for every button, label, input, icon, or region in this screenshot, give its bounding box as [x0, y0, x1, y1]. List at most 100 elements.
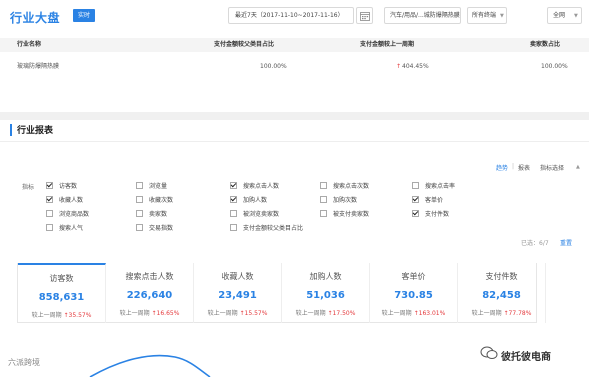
metric-checkbox[interactable]: 被浏览卖家数	[230, 210, 279, 219]
kpi-card-row: 访客数 858,631 较上一周期 ↑35.57% 搜索点击人数 226,640 较上一周…	[17, 263, 546, 323]
checkbox-empty-icon[interactable]	[136, 196, 143, 203]
kpi-comparison: 较上一周期 ↑17.50%	[282, 308, 369, 317]
kpi-name: 客单价	[401, 272, 426, 281]
checkbox-empty-icon[interactable]	[412, 182, 419, 189]
metric-checkbox[interactable]: 客单价	[412, 196, 443, 205]
up-arrow-icon: ↑	[396, 63, 402, 70]
checkbox-checked-icon[interactable]	[46, 196, 53, 203]
watermark-left: 六派跨境	[8, 358, 40, 367]
metric-checkbox-label: 加购次数	[333, 197, 358, 204]
metric-checkbox[interactable]: 收藏人数	[46, 196, 83, 205]
metric-checkbox-label: 浏览商品数	[59, 211, 90, 218]
checkbox-empty-icon[interactable]	[46, 210, 53, 217]
checkbox-empty-icon[interactable]	[136, 182, 143, 189]
kpi-comparison: 较上一周期 ↑35.57%	[18, 310, 105, 319]
checkbox-empty-icon[interactable]	[230, 224, 237, 231]
prev-period-value: 404.45%	[402, 63, 429, 70]
chevron-down-icon: ▼	[574, 13, 578, 19]
metric-checkbox[interactable]: 卖家数	[136, 210, 167, 219]
kpi-compare-label: 较上一周期	[31, 312, 62, 319]
metric-checkbox-label: 访客数	[59, 183, 78, 190]
industry-name: 玻璃防爆隔热膜	[17, 63, 60, 70]
metric-checkbox[interactable]: 支付金额较父类目占比	[230, 224, 303, 233]
metrics-label: 指标	[22, 184, 35, 191]
kpi-name: 加购人数	[309, 272, 342, 281]
metric-checkbox[interactable]: 交易指数	[136, 224, 173, 233]
metric-checkbox[interactable]: 浏览商品数	[46, 210, 89, 219]
metric-checkbox-label: 收藏人数	[59, 197, 84, 204]
checkbox-checked-icon[interactable]	[46, 182, 53, 189]
metric-checkbox[interactable]: 搜索点击人数	[230, 182, 279, 191]
metric-checkbox-label: 收藏次数	[149, 197, 174, 204]
kpi-value: 82,458	[482, 290, 521, 301]
col-prev-period: 支付金额较上一周期	[360, 41, 415, 48]
kpi-comparison: 较上一周期 ↑77.78%	[458, 308, 545, 317]
report-title: 行业报表	[17, 126, 54, 136]
kpi-value: 730.85	[394, 290, 433, 301]
metric-checkbox[interactable]: 加购人数	[230, 196, 267, 205]
kpi-card[interactable]: 收藏人数 23,491 较上一周期 ↑15.57%	[194, 263, 282, 323]
kpi-card[interactable]: 加购人数 51,036 较上一周期 ↑17.50%	[282, 263, 370, 323]
checkbox-checked-icon[interactable]	[230, 196, 237, 203]
checkbox-checked-icon[interactable]	[412, 196, 419, 203]
checkbox-checked-icon[interactable]	[412, 210, 419, 217]
kpi-compare-label: 较上一周期	[381, 310, 412, 317]
realtime-badge[interactable]: 实时	[73, 9, 96, 22]
kpi-comparison: 较上一周期 ↑163.01%	[370, 308, 457, 317]
metric-checkbox-label: 加购人数	[243, 197, 268, 204]
metric-checkbox-label: 被支付卖家数	[333, 211, 370, 218]
checkbox-checked-icon[interactable]	[230, 182, 237, 189]
wechat-icon	[480, 346, 498, 359]
table-view-link[interactable]: 报表	[518, 163, 530, 172]
checkbox-empty-icon[interactable]	[46, 224, 53, 231]
calendar-icon	[360, 12, 370, 21]
metric-checkbox[interactable]: 搜索点击次数	[320, 182, 369, 191]
kpi-comparison: 较上一周期 ↑16.65%	[106, 308, 193, 317]
kpi-change: 16.65%	[156, 310, 180, 317]
metric-checkbox-label: 搜索点击次数	[333, 183, 370, 190]
col-parent-share: 支付金额较父类目占比	[214, 41, 275, 48]
kpi-value: 858,631	[38, 292, 85, 303]
chevron-down-icon: ▼	[455, 13, 459, 19]
metric-select-toggle[interactable]: 指标选择	[540, 163, 564, 172]
metric-checkbox-label: 浏览量	[149, 183, 168, 190]
category-select[interactable]: 汽车/用品/...城防爆隔热膜	[384, 7, 461, 24]
kpi-compare-label: 较上一周期	[471, 310, 502, 317]
top-header: 行业大盘 实时 最近7天（2017-11-10~2017-11-16） 汽车/用…	[0, 0, 589, 34]
metric-checkbox[interactable]: 加购次数	[320, 196, 357, 205]
checkbox-empty-icon[interactable]	[320, 182, 327, 189]
metric-checkbox[interactable]: 访客数	[46, 182, 77, 191]
checkbox-empty-icon[interactable]	[136, 210, 143, 217]
checkbox-empty-icon[interactable]	[320, 210, 327, 217]
kpi-change: 35.57%	[68, 312, 92, 319]
kpi-name: 支付件数	[485, 272, 518, 281]
section-accent-bar	[10, 124, 12, 136]
metric-checkbox[interactable]: 搜索人气	[46, 224, 83, 233]
kpi-card[interactable]: 支付件数 82,458 较上一周期 ↑77.78%	[458, 263, 546, 323]
metric-checkbox-label: 卖家数	[149, 211, 168, 218]
reset-link[interactable]: 重置	[560, 238, 572, 247]
metric-checkbox[interactable]: 浏览量	[136, 182, 167, 191]
metric-checkbox[interactable]: 被支付卖家数	[320, 210, 369, 219]
kpi-name: 搜索点击人数	[125, 272, 174, 281]
kpi-card[interactable]: 搜索点击人数 226,640 较上一周期 ↑16.65%	[106, 263, 194, 323]
kpi-change: 163.01%	[418, 310, 446, 317]
trend-view-link[interactable]: 趋势	[496, 163, 508, 172]
metric-checkbox-label: 支付金额较父类目占比	[243, 225, 304, 232]
checkbox-empty-icon[interactable]	[230, 210, 237, 217]
metric-checkbox[interactable]: 收藏次数	[136, 196, 173, 205]
calendar-button[interactable]	[356, 7, 373, 24]
metric-checkbox-label: 交易指数	[149, 225, 174, 232]
selected-count: 已选：6/7	[521, 240, 549, 247]
date-range-select[interactable]: 最近7天（2017-11-10~2017-11-16）	[228, 7, 354, 24]
kpi-card[interactable]: 客单价 730.85 较上一周期 ↑163.01%	[370, 263, 458, 323]
metric-checkbox[interactable]: 支付件数	[412, 210, 449, 219]
page-title: 行业大盘	[10, 11, 61, 25]
metric-checkbox-label: 搜索点击率	[425, 183, 456, 190]
kpi-name: 访客数	[49, 274, 74, 283]
kpi-name: 收藏人数	[221, 272, 254, 281]
metric-checkbox[interactable]: 搜索点击率	[412, 182, 455, 191]
kpi-card[interactable]: 访客数 858,631 较上一周期 ↑35.57%	[18, 263, 106, 323]
checkbox-empty-icon[interactable]	[136, 224, 143, 231]
checkbox-empty-icon[interactable]	[320, 196, 327, 203]
